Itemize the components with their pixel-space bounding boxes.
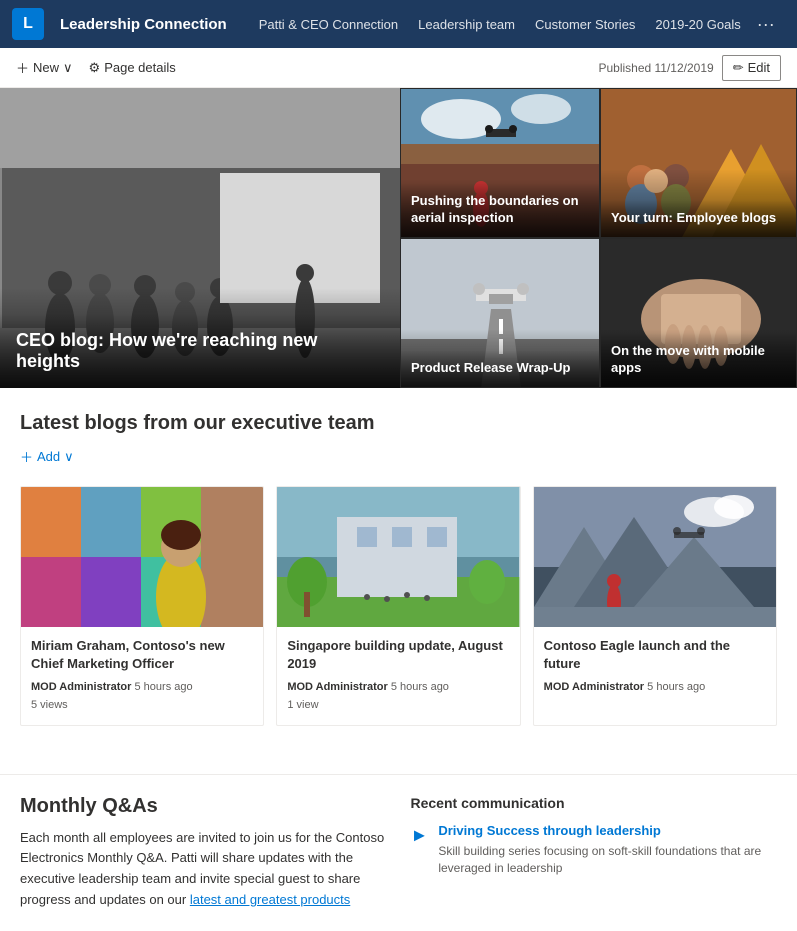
arrow-right-icon: ►: [411, 825, 429, 846]
hero-main-overlay: CEO blog: How we're reaching new heights: [0, 314, 400, 388]
page-toolbar: ＋ New ∨ ⚙ Page details Published 11/12/2…: [0, 48, 797, 88]
content-area: Latest blogs from our executive team ＋ A…: [0, 388, 797, 774]
miriam-svg: [21, 487, 263, 627]
hero-cell-mobile[interactable]: On the move with mobile apps: [600, 238, 797, 388]
blog-card-singapore-views: 1 view: [287, 699, 318, 711]
hero-main-title: CEO blog: How we're reaching new heights: [16, 330, 384, 372]
hero-cell-product-title: Product Release Wrap-Up: [411, 360, 589, 377]
top-nav: L Leadership Connection Patti & CEO Conn…: [0, 0, 797, 48]
site-title: Leadership Connection: [60, 16, 227, 33]
nav-link-goals[interactable]: 2019-20 Goals: [647, 13, 748, 36]
recent-communication-section: Recent communication ► Driving Success t…: [411, 795, 778, 911]
toolbar-left: ＋ New ∨ ⚙ Page details: [16, 58, 176, 77]
hero-cell-mobile-overlay: On the move with mobile apps: [601, 333, 796, 387]
plus-icon: ＋: [20, 447, 33, 466]
nav-link-customer[interactable]: Customer Stories: [527, 13, 643, 36]
edit-button[interactable]: ✏ Edit: [722, 55, 781, 81]
blog-card-singapore[interactable]: Singapore building update, August 2019 M…: [276, 486, 520, 726]
page-details-button[interactable]: ⚙ Page details: [89, 60, 176, 76]
blog-card-eagle-title: Contoso Eagle launch and the future: [544, 637, 766, 673]
blog-card-miriam-body: Miriam Graham, Contoso's new Chief Marke…: [21, 627, 263, 725]
hero-cell-employee-title: Your turn: Employee blogs: [611, 210, 786, 227]
hero-cell-employee-blogs[interactable]: Your turn: Employee blogs: [600, 88, 797, 238]
published-status: Published 11/12/2019: [598, 61, 713, 75]
hero-cell-aerial-overlay: Pushing the boundaries on aerial inspect…: [401, 183, 599, 237]
blog-card-miriam-time: 5 hours ago: [135, 681, 193, 693]
nav-links: Patti & CEO Connection Leadership team C…: [251, 13, 779, 36]
eagle-svg: [534, 487, 776, 627]
blog-card-eagle[interactable]: Contoso Eagle launch and the future MOD …: [533, 486, 777, 726]
hero-cell-product-overlay: Product Release Wrap-Up: [401, 350, 599, 387]
blog-cards-grid: Miriam Graham, Contoso's new Chief Marke…: [20, 486, 777, 726]
nav-link-leadership[interactable]: Leadership team: [410, 13, 523, 36]
recent-item-description: Skill building series focusing on soft-s…: [438, 843, 777, 877]
blog-card-eagle-meta: MOD Administrator 5 hours ago: [544, 679, 766, 697]
nav-more-icon[interactable]: ···: [753, 14, 779, 35]
recent-item-content: Driving Success through leadership Skill…: [438, 823, 777, 877]
blog-card-miriam[interactable]: Miriam Graham, Contoso's new Chief Marke…: [20, 486, 264, 726]
new-button[interactable]: ＋ New ∨: [16, 58, 73, 77]
toolbar-right: Published 11/12/2019 ✏ Edit: [598, 55, 781, 81]
blog-card-singapore-image: [277, 487, 519, 627]
blog-card-miriam-meta: MOD Administrator 5 hours ago 5 views: [31, 679, 253, 714]
blog-card-miriam-title: Miriam Graham, Contoso's new Chief Marke…: [31, 637, 253, 673]
recent-item-title: Driving Success through leadership: [438, 823, 777, 840]
blog-card-eagle-image: [534, 487, 776, 627]
bottom-section: Monthly Q&As Each month all employees ar…: [0, 774, 797, 931]
plus-icon: ＋: [16, 58, 29, 77]
monthly-qa-text: Each month all employees are invited to …: [20, 828, 387, 911]
nav-link-patti[interactable]: Patti & CEO Connection: [251, 13, 406, 36]
hero-main-cell[interactable]: CEO blog: How we're reaching new heights: [0, 88, 400, 388]
singapore-svg: [277, 487, 519, 627]
hero-cell-mobile-title: On the move with mobile apps: [611, 343, 786, 377]
hero-cell-product[interactable]: Product Release Wrap-Up: [400, 238, 600, 388]
monthly-qa-link[interactable]: latest and greatest products: [190, 892, 350, 907]
settings-icon: ⚙: [89, 60, 101, 76]
recent-item[interactable]: ► Driving Success through leadership Ski…: [411, 823, 778, 877]
pencil-icon: ✏: [733, 60, 744, 76]
blog-card-singapore-author: MOD Administrator: [287, 681, 387, 693]
blog-card-singapore-time: 5 hours ago: [391, 681, 449, 693]
chevron-down-icon: ∨: [63, 60, 73, 76]
blog-card-miriam-views: 5 views: [31, 699, 68, 711]
site-logo: L: [12, 8, 44, 40]
blog-card-eagle-body: Contoso Eagle launch and the future MOD …: [534, 627, 776, 707]
monthly-qa-title: Monthly Q&As: [20, 795, 387, 818]
blog-card-singapore-title: Singapore building update, August 2019: [287, 637, 509, 673]
recent-communication-title: Recent communication: [411, 795, 778, 811]
blog-card-eagle-author: MOD Administrator: [544, 681, 644, 693]
monthly-qa-section: Monthly Q&As Each month all employees ar…: [20, 795, 387, 911]
hero-cell-aerial[interactable]: Pushing the boundaries on aerial inspect…: [400, 88, 600, 238]
add-button[interactable]: ＋ Add ∨: [20, 443, 777, 470]
blog-card-eagle-time: 5 hours ago: [647, 681, 705, 693]
hero-cell-aerial-title: Pushing the boundaries on aerial inspect…: [411, 193, 589, 227]
blog-card-miriam-image: [21, 487, 263, 627]
blog-card-singapore-meta: MOD Administrator 5 hours ago 1 view: [287, 679, 509, 714]
latest-blogs-title: Latest blogs from our executive team: [20, 412, 777, 435]
blog-card-singapore-body: Singapore building update, August 2019 M…: [277, 627, 519, 725]
blog-card-miriam-author: MOD Administrator: [31, 681, 131, 693]
hero-cell-employee-overlay: Your turn: Employee blogs: [601, 200, 796, 237]
chevron-down-icon: ∨: [64, 449, 74, 465]
hero-grid: CEO blog: How we're reaching new heights: [0, 88, 797, 388]
